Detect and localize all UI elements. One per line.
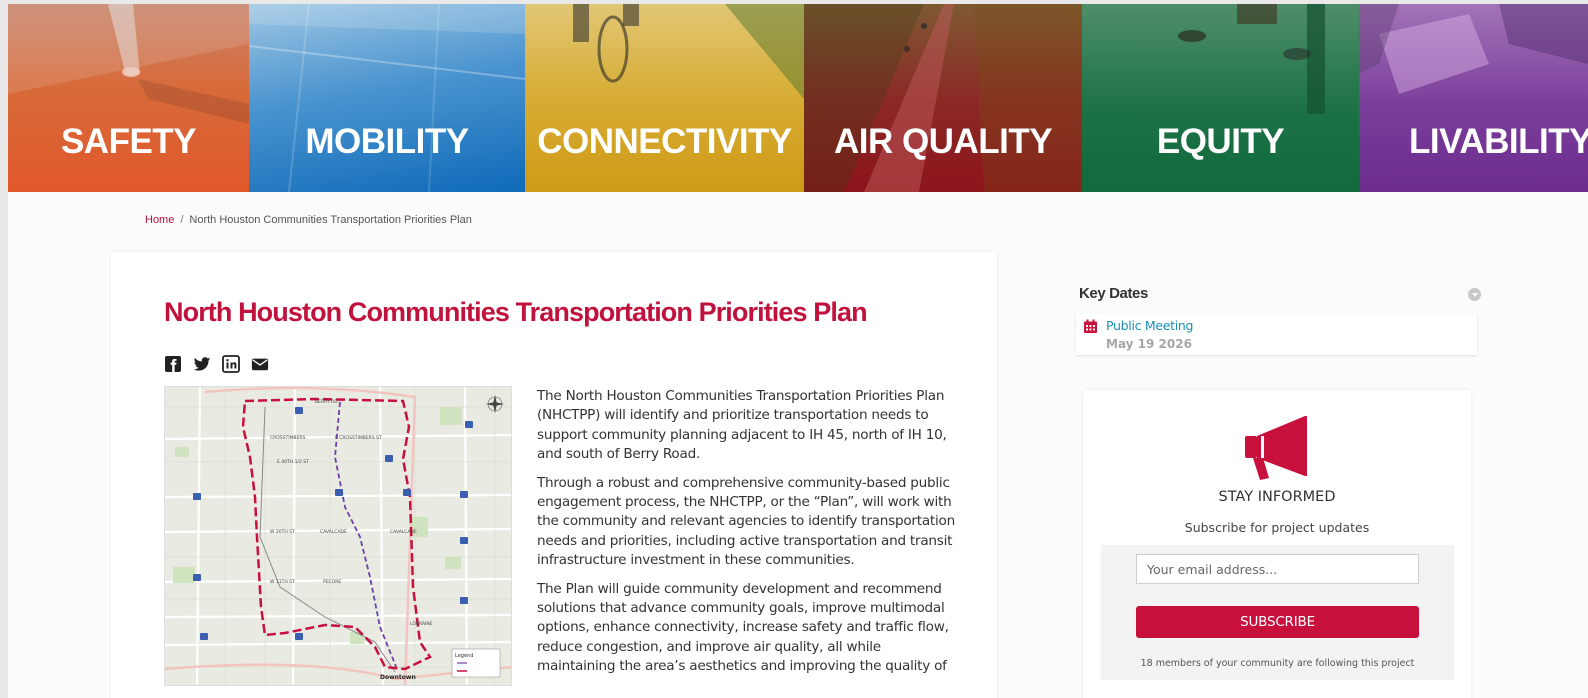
description-paragraph-3: The Plan will guide community developmen… [537, 580, 949, 675]
project-area-map[interactable]: Legend Downtown BERRY RD E CROSSTIMBERS … [164, 386, 512, 686]
svg-text:W 20TH ST: W 20TH ST [270, 529, 295, 535]
breadcrumb-current: North Houston Communities Transportation… [189, 214, 472, 226]
calendar-icon [1083, 319, 1098, 338]
svg-text:CAVALCADE: CAVALCADE [390, 529, 417, 535]
banner-photo-mobility [249, 4, 525, 192]
subscribe-form: SUBSCRIBE 18 members of your community a… [1101, 545, 1454, 680]
banner-label-equity: EQUITY [1156, 122, 1285, 161]
description-paragraph-2: Through a robust and comprehensive commu… [537, 474, 955, 569]
stay-informed-title: STAY INFORMED [1218, 489, 1336, 505]
banner-photo-connectivity [573, 4, 804, 99]
svg-text:E CROSSTIMBERS ST: E CROSSTIMBERS ST [335, 435, 382, 441]
banner-label-mobility: MOBILITY [305, 122, 469, 161]
project-description: The North Houston Communities Transporta… [537, 387, 957, 686]
banner-panel-air-quality: AIR QUALITY [804, 4, 1082, 192]
banner-panel-connectivity: CONNECTIVITY [525, 4, 804, 192]
banner-label-livability: LIVABILITY [1409, 122, 1588, 161]
description-paragraph-1: The North Houston Communities Transporta… [537, 388, 947, 463]
megaphone-icon [1241, 412, 1313, 488]
stay-informed-subtitle: Subscribe for project updates [1184, 520, 1370, 535]
hero-banner: SAFETY MOBILITY CONNECTIVITY AIR QUALITY [8, 4, 1588, 192]
email-input[interactable] [1136, 554, 1419, 584]
page-title: North Houston Communities Transportation… [164, 297, 868, 327]
twitter-icon[interactable] [193, 355, 211, 373]
breadcrumb-home-link[interactable]: Home [145, 214, 174, 226]
linkedin-icon[interactable] [222, 355, 240, 373]
share-bar [164, 355, 269, 373]
banner-panel-safety: SAFETY [8, 4, 249, 192]
key-dates-title: Key Dates [1079, 285, 1148, 302]
breadcrumb-separator: / [180, 214, 184, 226]
banner-label-air-quality: AIR QUALITY [833, 122, 1053, 161]
key-date-item[interactable]: Public Meeting May 19 2026 [1076, 314, 1477, 355]
key-date-event-link[interactable]: Public Meeting [1106, 318, 1193, 333]
project-card: North Houston Communities Transportation… [111, 252, 997, 698]
banner-photo-livability [1359, 4, 1588, 94]
svg-text:BERRY RD: BERRY RD [315, 399, 338, 405]
svg-text:Downtown: Downtown [380, 674, 416, 681]
key-dates-collapse-toggle[interactable] [1468, 288, 1481, 301]
subscribe-widget: STAY INFORMED Subscribe for project upda… [1083, 390, 1471, 698]
followers-count-text: 18 members of your community are followi… [1140, 658, 1415, 669]
facebook-icon[interactable] [164, 355, 182, 373]
breadcrumb: Home / North Houston Communities Transport… [145, 214, 472, 226]
main-content: Home / North Houston Communities Transport… [8, 192, 1588, 698]
email-icon[interactable] [251, 355, 269, 373]
svg-text:CROSSTIMBERS: CROSSTIMBERS [270, 435, 306, 441]
map-graphic: Legend Downtown BERRY RD E CROSSTIMBERS … [165, 387, 511, 685]
svg-text:PECORE: PECORE [323, 579, 341, 585]
banner-label-safety: SAFETY [60, 122, 197, 161]
banner-panel-livability: LIVABILITY [1359, 4, 1588, 192]
svg-text:E 40TH 1/2 ST: E 40TH 1/2 ST [277, 459, 309, 465]
banner-label-connectivity: CONNECTIVITY [537, 122, 792, 161]
svg-text:W 11TH ST: W 11TH ST [270, 579, 295, 585]
banner-photo-equity [1178, 4, 1325, 114]
svg-text:CAVALCADE: CAVALCADE [320, 529, 347, 535]
banner-photo-air-quality [804, 4, 1082, 192]
banner-panel-equity: EQUITY [1082, 4, 1359, 192]
svg-text:Legend: Legend [455, 653, 473, 659]
banner-panel-mobility: MOBILITY [249, 4, 525, 192]
banner-photo-safety [8, 4, 249, 124]
subscribe-button[interactable]: SUBSCRIBE [1136, 606, 1419, 638]
key-date-date: May 19 2026 [1106, 337, 1192, 351]
svg-text:LORRAINE: LORRAINE [410, 621, 433, 627]
